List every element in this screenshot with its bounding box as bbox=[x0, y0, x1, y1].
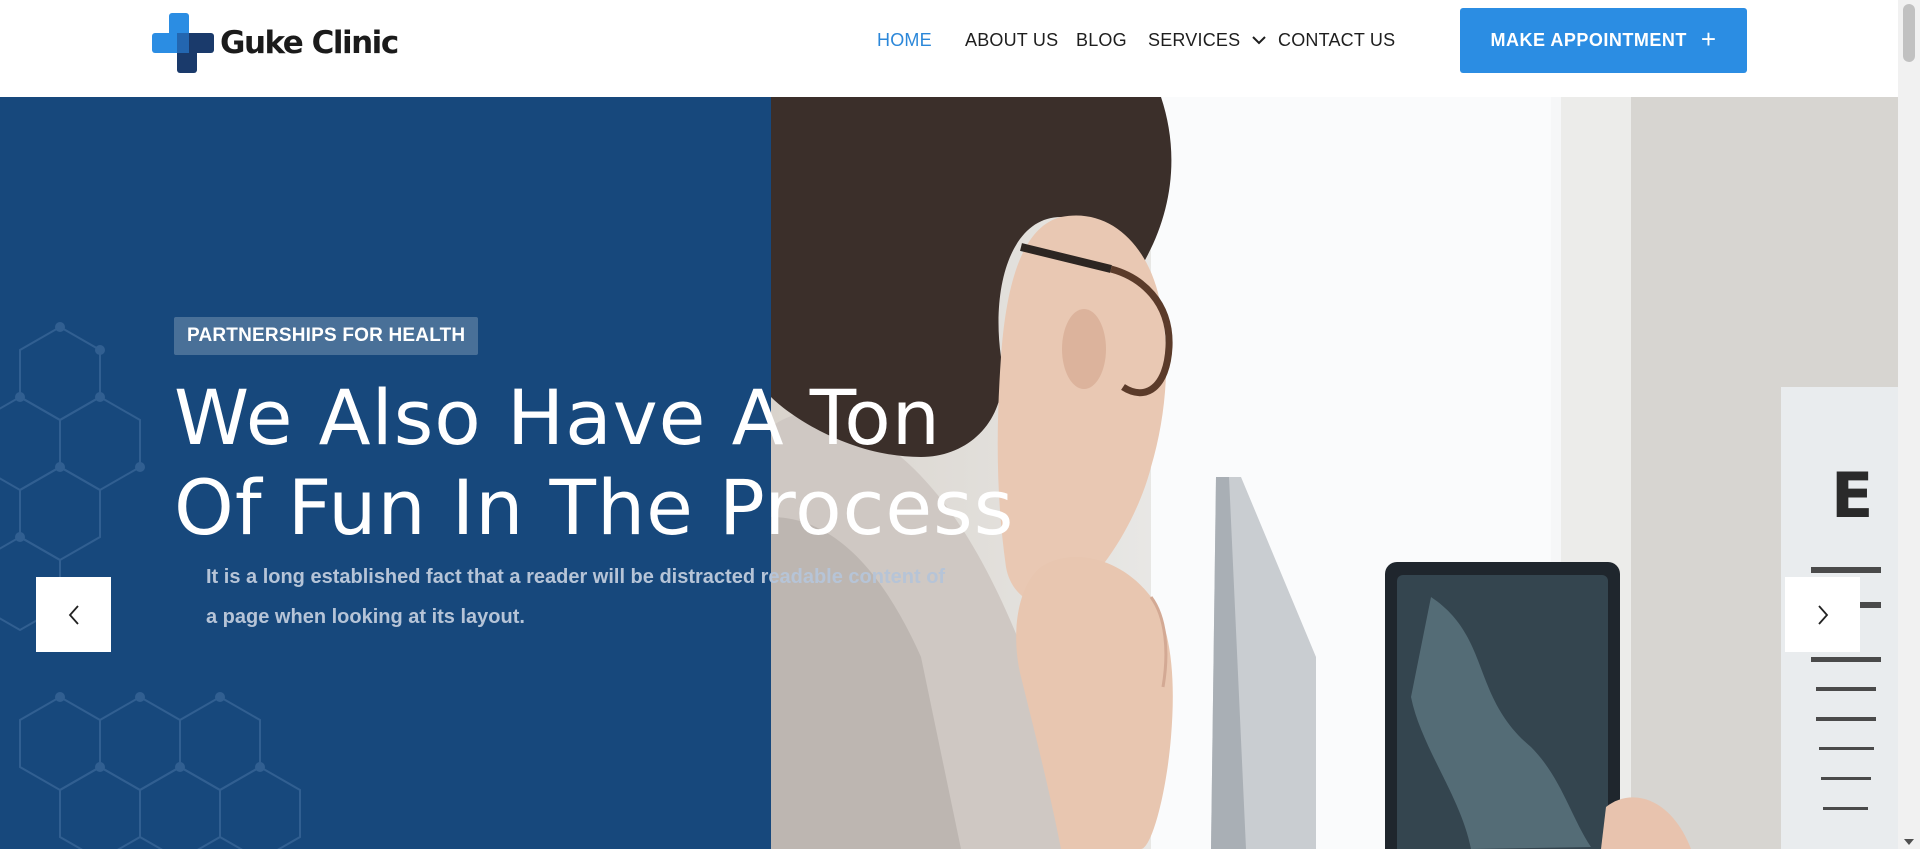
nav-item-services[interactable]: SERVICES bbox=[1148, 30, 1267, 51]
slider-prev-button[interactable] bbox=[36, 577, 111, 652]
nav-item-about-us[interactable]: ABOUT US bbox=[965, 30, 1058, 51]
svg-text:E: E bbox=[1831, 459, 1873, 532]
hero-headline-line-2: Of Fun In The Process bbox=[174, 463, 1015, 552]
chevron-left-icon bbox=[68, 604, 79, 625]
hero-badge: PARTNERSHIPS FOR HEALTH bbox=[174, 317, 479, 355]
chevron-right-icon bbox=[1817, 604, 1828, 625]
plus-icon: + bbox=[1700, 24, 1717, 54]
hero-description: It is a long established fact that a rea… bbox=[206, 557, 986, 637]
make-appointment-label: MAKE APPOINTMENT bbox=[1490, 30, 1687, 50]
slider-next-button[interactable] bbox=[1785, 577, 1860, 652]
scroll-down-arrow-icon[interactable] bbox=[1904, 839, 1914, 845]
hero-description-line-2: a page when looking at its layout. bbox=[206, 606, 525, 628]
nav-item-blog[interactable]: BLOG bbox=[1076, 30, 1127, 51]
logo[interactable]: Guke Clinic bbox=[152, 13, 399, 73]
hero-slider: E PARTNERSHIPS FOR HEALTH We Also Have A… bbox=[0, 97, 1898, 849]
hero-description-line-1: It is a long established fact that a rea… bbox=[206, 566, 946, 588]
nav-item-services-label: SERVICES bbox=[1148, 30, 1241, 50]
brand-name: Guke Clinic bbox=[220, 25, 399, 61]
medical-cross-icon bbox=[152, 13, 214, 73]
hero-headline-line-1: We Also Have A Ton bbox=[174, 373, 941, 462]
nav-item-home[interactable]: HOME bbox=[877, 30, 932, 51]
nav-item-contact-us[interactable]: CONTACT US bbox=[1278, 30, 1395, 51]
page-scrollbar[interactable] bbox=[1898, 0, 1920, 849]
make-appointment-button[interactable]: MAKE APPOINTMENT + bbox=[1460, 8, 1747, 73]
site-header: Guke Clinic HOME ABOUT US BLOG SERVICES … bbox=[0, 0, 1898, 97]
chevron-down-icon bbox=[1252, 36, 1267, 45]
hero-headline: We Also Have A Ton Of Fun In The Process bbox=[174, 373, 1074, 553]
scrollbar-thumb[interactable] bbox=[1903, 4, 1915, 62]
